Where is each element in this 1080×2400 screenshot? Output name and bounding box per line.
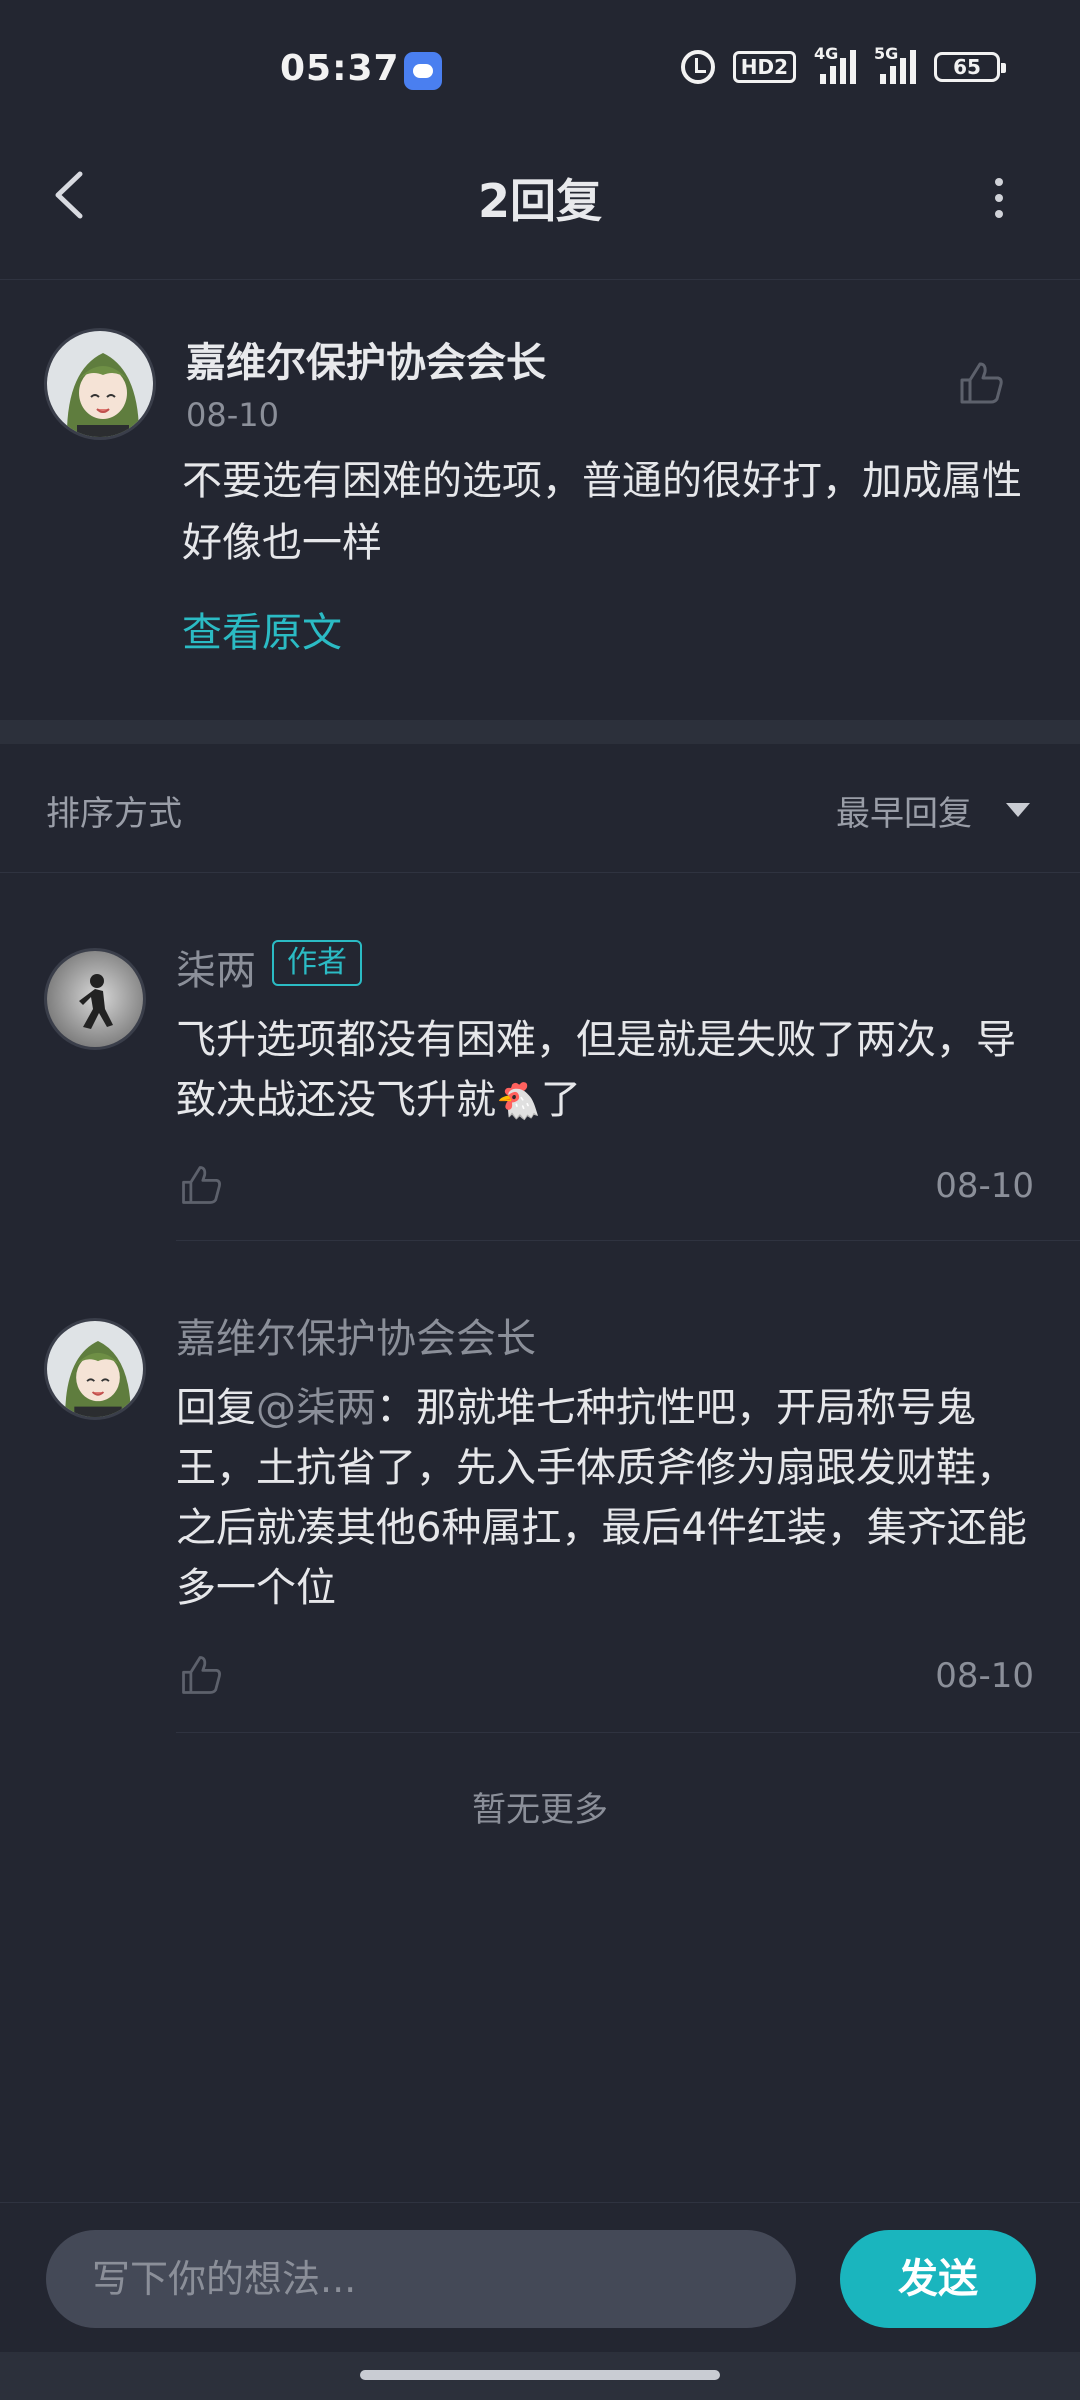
reply-avatar[interactable] bbox=[44, 948, 146, 1050]
no-more-label: 暂无更多 bbox=[472, 1790, 608, 1830]
signal-5g-label: 5G bbox=[874, 44, 899, 63]
reply-prefix: 回复 bbox=[176, 1385, 256, 1431]
reply-divider bbox=[176, 1732, 1080, 1733]
battery-icon: 65 bbox=[934, 52, 1006, 82]
author-badge: 作者 bbox=[272, 940, 362, 986]
signal-4g-icon: 4G bbox=[814, 44, 856, 84]
caret-down-icon[interactable] bbox=[1006, 803, 1030, 817]
main-post-avatar[interactable] bbox=[44, 328, 156, 440]
sort-label: 排序方式 bbox=[46, 794, 182, 834]
view-original-link[interactable]: 查看原文 bbox=[182, 600, 342, 658]
sort-dropdown[interactable]: 最早回复 bbox=[836, 786, 972, 835]
anime-girl-avatar-icon bbox=[47, 1321, 143, 1417]
thumbs-up-icon[interactable] bbox=[178, 1162, 224, 1208]
status-time: 05:37 bbox=[280, 48, 400, 89]
more-options-icon[interactable] bbox=[984, 178, 1014, 218]
reply-text-part1: 飞升选项都没有困难，但是就是失败了两次，导致决战还没飞升就 bbox=[176, 1017, 1016, 1123]
page-title: 2回复 bbox=[477, 174, 602, 228]
thumbs-up-icon[interactable] bbox=[178, 1652, 224, 1698]
chicken-emoji-icon: 🐔 bbox=[496, 1081, 541, 1122]
reply-text-part2: 了 bbox=[540, 1077, 581, 1123]
status-bar: 05:37 HD2 4G 5G 65 bbox=[0, 0, 1080, 140]
hd-voice-icon: HD2 bbox=[732, 51, 796, 83]
reply-divider bbox=[176, 1240, 1080, 1241]
reply-username[interactable]: 柒两 bbox=[176, 938, 256, 996]
running-figure-avatar-icon bbox=[47, 951, 143, 1047]
home-indicator[interactable] bbox=[360, 2370, 720, 2380]
send-button[interactable]: 发送 bbox=[840, 2230, 1036, 2328]
reply-date: 08-10 bbox=[935, 1166, 1034, 1206]
reply-username[interactable]: 嘉维尔保护协会会长 bbox=[176, 1306, 536, 1364]
mention-link[interactable]: @柒两 bbox=[256, 1385, 376, 1431]
comment-input[interactable] bbox=[46, 2230, 796, 2328]
reply-text: 回复@柒两：那就堆七种抗性吧，开局称号鬼王，土抗省了，先入手体质斧修为扇跟发财鞋… bbox=[176, 1378, 1046, 1618]
anime-girl-avatar-icon bbox=[47, 331, 153, 437]
reply-date: 08-10 bbox=[935, 1656, 1034, 1696]
section-divider bbox=[0, 720, 1080, 744]
signal-4g-label: 4G bbox=[814, 44, 839, 63]
thumbs-up-icon[interactable] bbox=[956, 358, 1006, 408]
alarm-icon bbox=[680, 50, 715, 84]
reply-avatar[interactable] bbox=[44, 1318, 146, 1420]
signal-5g-icon: 5G bbox=[874, 44, 916, 84]
main-post-username[interactable]: 嘉维尔保护协会会长 bbox=[186, 330, 546, 388]
reply-text: 飞升选项都没有困难，但是就是失败了两次，导致决战还没飞升就🐔了 bbox=[176, 1010, 1046, 1132]
cloud-app-icon bbox=[404, 52, 442, 90]
status-icons: HD2 4G 5G 65 bbox=[680, 44, 1006, 84]
main-post-date: 08-10 bbox=[186, 396, 279, 434]
divider bbox=[0, 872, 1080, 873]
main-post-text: 不要选有困难的选项，普通的很好打，加成属性好像也一样 bbox=[182, 458, 1022, 566]
